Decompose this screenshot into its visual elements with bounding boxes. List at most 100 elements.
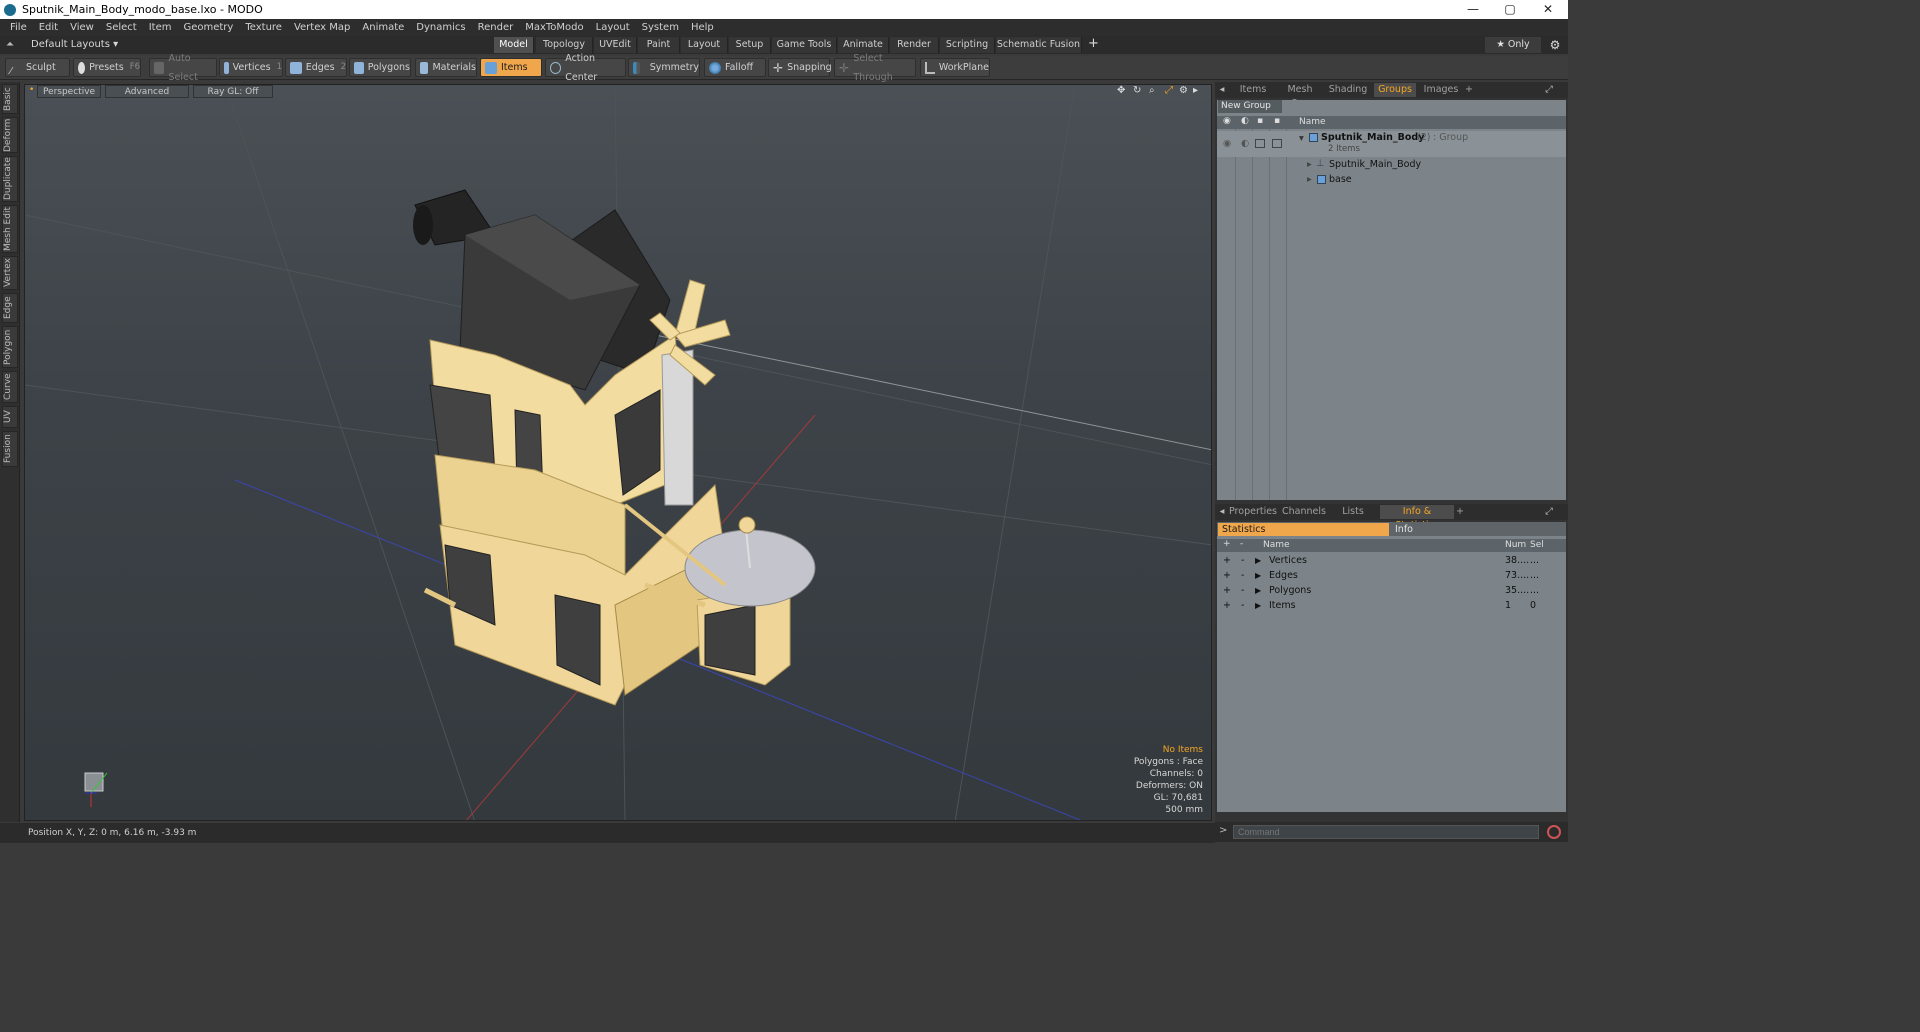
- tab-images[interactable]: Images: [1419, 83, 1463, 97]
- child-expand-icon[interactable]: ▸: [1307, 159, 1312, 170]
- menu-select[interactable]: Select: [100, 22, 143, 33]
- group-child-row[interactable]: ▸ base: [1217, 173, 1566, 187]
- snapping-button[interactable]: ✛ Snapping: [768, 58, 832, 77]
- tab-properties[interactable]: Properties: [1229, 505, 1277, 519]
- command-input[interactable]: [1233, 825, 1539, 839]
- advanced-button[interactable]: Advanced: [105, 85, 189, 98]
- only-button[interactable]: ★ Only: [1485, 37, 1541, 53]
- add-stats-tab-button[interactable]: +: [1455, 505, 1465, 519]
- group-child-row[interactable]: ▸ ⊥ Sputnik_Main_Body: [1217, 158, 1566, 172]
- tab-curve[interactable]: Curve: [2, 371, 18, 403]
- tab-mesh-ops[interactable]: Mesh Ops: [1277, 83, 1323, 109]
- tab-channels[interactable]: Channels: [1279, 505, 1329, 519]
- 3d-viewport[interactable]: • Perspective Advanced Ray GL: Off ✥ ↻ ⌕…: [24, 84, 1212, 821]
- tab-fusion[interactable]: Fusion: [2, 431, 18, 467]
- child-expand-icon[interactable]: ▸: [1307, 174, 1312, 185]
- tab-setup[interactable]: Setup: [729, 37, 771, 53]
- lock-checkbox[interactable]: [1255, 139, 1265, 148]
- panel-collapse-icon[interactable]: ◂: [1217, 83, 1227, 97]
- auto-select-button[interactable]: Auto Select: [149, 53, 217, 83]
- viewport-menu-icon[interactable]: •: [29, 85, 34, 95]
- stats-row[interactable]: + - ▶ Vertices 38.... ...: [1217, 554, 1566, 568]
- tab-polygon[interactable]: Polygon: [2, 326, 18, 368]
- symmetry-button[interactable]: Symmetry: [628, 58, 700, 77]
- menu-render[interactable]: Render: [472, 22, 520, 33]
- viewport-settings-icon[interactable]: ⚙: [1179, 85, 1188, 96]
- items-button[interactable]: Items: [480, 58, 542, 77]
- select-checkbox[interactable]: [1272, 139, 1282, 148]
- expand-all-icon[interactable]: +: [1223, 539, 1231, 549]
- menu-file[interactable]: File: [4, 22, 33, 33]
- polygons-button[interactable]: Polygons: [349, 58, 411, 77]
- tab-vertex[interactable]: Vertex: [2, 256, 18, 290]
- menu-maxtomodo[interactable]: MaxToModo: [519, 22, 589, 33]
- menu-layout[interactable]: Layout: [590, 22, 636, 33]
- tab-uv[interactable]: UV: [2, 406, 18, 428]
- select-through-button[interactable]: ✛ Select Through: [834, 53, 916, 83]
- tab-duplicate[interactable]: Duplicate: [2, 156, 18, 202]
- stats-collapse-icon[interactable]: ◂: [1217, 505, 1227, 519]
- record-macro-icon[interactable]: [1547, 825, 1561, 839]
- menu-item[interactable]: Item: [143, 22, 178, 33]
- menu-view[interactable]: View: [64, 22, 100, 33]
- tab-game-tools[interactable]: Game Tools: [772, 37, 837, 53]
- layout-toggle-icon[interactable]: ⏶: [6, 39, 14, 50]
- zoom-view-icon[interactable]: ⌕: [1149, 85, 1155, 96]
- viewport-expand-icon[interactable]: ▸: [1193, 85, 1198, 96]
- tab-schematic-fusion[interactable]: Schematic Fusion: [996, 37, 1082, 53]
- tab-model[interactable]: Model: [494, 37, 534, 53]
- collapse-all-icon[interactable]: -: [1240, 539, 1243, 549]
- gear-icon[interactable]: ⚙: [1547, 37, 1563, 53]
- stats-row[interactable]: + - ▶ Edges 73.... ...: [1217, 569, 1566, 583]
- stats-expand-icon[interactable]: ⤢: [1543, 505, 1555, 519]
- statistics-subtab[interactable]: Statistics: [1218, 523, 1389, 536]
- tab-edge[interactable]: Edge: [2, 293, 18, 323]
- tab-scripting[interactable]: Scripting: [940, 37, 995, 53]
- menu-vertex-map[interactable]: Vertex Map: [288, 22, 356, 33]
- falloff-button[interactable]: Falloff: [704, 58, 766, 77]
- row-expand-icon[interactable]: ▶: [1255, 554, 1261, 568]
- sputnik-model[interactable]: [413, 189, 816, 706]
- tab-basic[interactable]: Basic: [2, 84, 18, 114]
- raygl-button[interactable]: Ray GL: Off: [193, 85, 273, 98]
- visibility-eye-icon[interactable]: ◉: [1223, 138, 1231, 149]
- tab-items[interactable]: Items: [1231, 83, 1275, 97]
- tab-mesh-edit[interactable]: Mesh Edit: [2, 205, 18, 253]
- group-row[interactable]: ◉ ◐ ▾ Sputnik_Main_Body (2) : Group 2 It…: [1217, 131, 1566, 157]
- menu-help[interactable]: Help: [685, 22, 720, 33]
- presets-button[interactable]: Presets F6: [73, 58, 141, 77]
- materials-button[interactable]: Materials: [415, 58, 477, 77]
- group-expand-icon[interactable]: ▾: [1299, 133, 1304, 144]
- new-group-button[interactable]: New Group: [1218, 100, 1282, 113]
- move-view-icon[interactable]: ✥: [1117, 85, 1125, 96]
- close-button[interactable]: ✕: [1530, 0, 1566, 19]
- rotate-view-icon[interactable]: ↻: [1133, 85, 1141, 96]
- add-panel-tab-button[interactable]: +: [1464, 83, 1474, 97]
- tab-paint[interactable]: Paint: [638, 37, 680, 53]
- stats-row[interactable]: + - ▶ Items 1 0: [1217, 599, 1566, 613]
- render-toggle-icon[interactable]: ◐: [1241, 138, 1249, 149]
- menu-system[interactable]: System: [636, 22, 685, 33]
- minimize-button[interactable]: —: [1455, 0, 1491, 19]
- menu-texture[interactable]: Texture: [239, 22, 288, 33]
- row-expand-icon[interactable]: ▶: [1255, 599, 1261, 613]
- info-subtab[interactable]: Info: [1393, 523, 1563, 536]
- tab-lists[interactable]: Lists: [1331, 505, 1375, 519]
- tab-deform[interactable]: Deform: [2, 117, 18, 153]
- tab-layout[interactable]: Layout: [681, 37, 728, 53]
- row-expand-icon[interactable]: ▶: [1255, 569, 1261, 583]
- menu-animate[interactable]: Animate: [356, 22, 410, 33]
- vertices-button[interactable]: Vertices 1: [219, 58, 283, 77]
- menu-geometry[interactable]: Geometry: [177, 22, 239, 33]
- workplane-button[interactable]: WorkPlane: [920, 58, 990, 77]
- fit-view-icon[interactable]: ⤢: [1165, 85, 1173, 96]
- tab-shading[interactable]: Shading: [1325, 83, 1371, 97]
- stats-row[interactable]: + - ▶ Polygons 35.... ...: [1217, 584, 1566, 598]
- menu-dynamics[interactable]: Dynamics: [410, 22, 471, 33]
- sculpt-button[interactable]: ⁄ Sculpt: [5, 58, 70, 77]
- edges-button[interactable]: Edges 2: [285, 58, 347, 77]
- row-expand-icon[interactable]: ▶: [1255, 584, 1261, 598]
- add-tab-button[interactable]: +: [1088, 36, 1099, 51]
- action-center-button[interactable]: Action Center: [545, 53, 626, 83]
- layout-selector[interactable]: Default Layouts ▾: [31, 36, 118, 54]
